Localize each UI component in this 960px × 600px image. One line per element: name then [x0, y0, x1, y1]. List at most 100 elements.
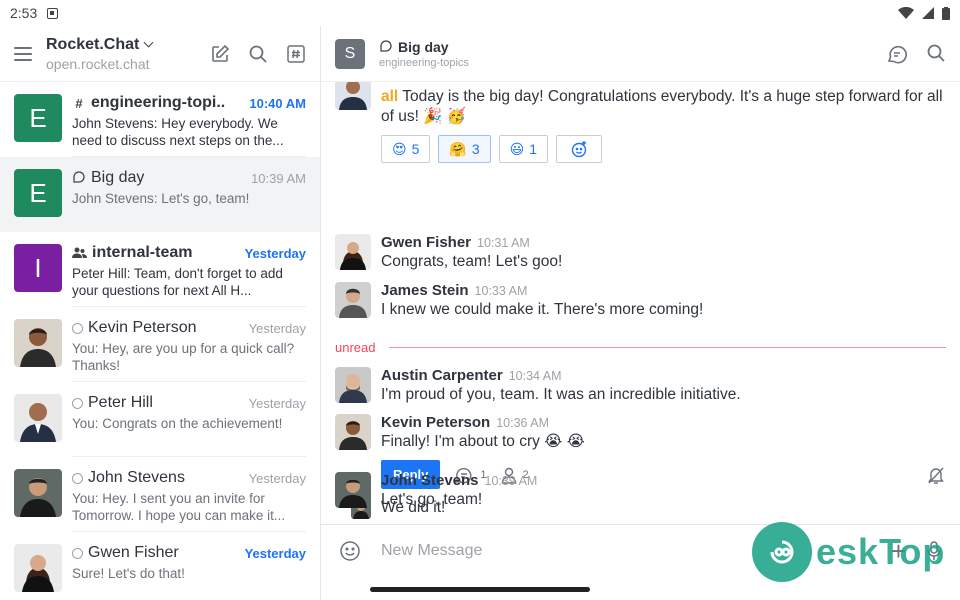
watermark: eskTop	[752, 522, 945, 582]
message: Gwen Fisher 10:31 AM Congrats, team! Let'…	[335, 234, 946, 272]
emoji-icon[interactable]	[339, 540, 361, 562]
unread-label: unread	[335, 340, 376, 355]
avatar	[335, 414, 371, 450]
room-name: Kevin Peterson	[88, 319, 197, 336]
room-subtitle: engineering-topics	[379, 56, 469, 69]
room-last-message: You: Hey. I sent you an invite for Tomor…	[72, 491, 286, 523]
room-header: S Big day engineering-topics	[321, 26, 960, 82]
room-time: 10:39 AM	[251, 170, 306, 186]
message-text: Today is the big day! Congratulations ev…	[381, 88, 943, 125]
room-time: Yesterday	[248, 395, 306, 411]
avatar	[14, 469, 62, 517]
room-avatar: E	[14, 94, 62, 142]
status-time: 2:53	[10, 5, 38, 21]
watermark-text: eskTop	[816, 531, 946, 572]
message-username[interactable]: Kevin Peterson	[381, 414, 490, 431]
room-avatar: E	[14, 169, 62, 217]
compose-icon[interactable]	[210, 44, 230, 64]
room-last-message: John Stevens: Hey everybody. We need to …	[72, 116, 284, 148]
chevron-down-icon	[143, 37, 154, 48]
room-item-engineering-topics[interactable]: E # engineering-topi.. 10:40 AM John Stev…	[0, 82, 320, 157]
workspace-switcher[interactable]: Rocket.Chat open.rocket.chat	[46, 36, 210, 72]
room-header-avatar[interactable]: S	[335, 38, 365, 69]
avatar	[335, 472, 371, 508]
room-name: Big day	[91, 169, 145, 186]
menu-icon[interactable]	[14, 46, 32, 61]
message-text: Let's go, team!	[381, 491, 483, 508]
status-bar: 2:53	[0, 0, 960, 26]
threads-icon[interactable]	[886, 43, 908, 65]
room-item-internal-team[interactable]: I internal-team Yesterday Peter Hill: Te…	[0, 232, 320, 307]
watermark-logo-icon	[752, 522, 812, 582]
message-username[interactable]: Gwen Fisher	[381, 234, 471, 251]
room-item-john-stevens[interactable]: John Stevens Yesterday You: Hey. I sent …	[0, 457, 320, 532]
status-offline-icon	[72, 322, 83, 334]
status-offline-icon	[72, 472, 83, 484]
room-view: S Big day engineering-topics all Today i…	[321, 26, 960, 600]
message-text: I knew we could make it. There's more co…	[381, 301, 704, 318]
room-list: E # engineering-topi.. 10:40 AM John Stev…	[0, 82, 320, 600]
home-indicator[interactable]	[370, 587, 590, 592]
directory-icon[interactable]	[286, 44, 306, 64]
message-username[interactable]: Austin Carpenter	[381, 367, 503, 384]
room-item-big-day[interactable]: E Big day 10:39 AM John Stevens: Let's g…	[0, 157, 320, 232]
room-name: John Stevens	[88, 469, 185, 486]
room-time: Yesterday	[248, 320, 306, 336]
room-item-gwen-fisher[interactable]: Gwen Fisher Yesterday Sure! Let's do tha…	[0, 532, 320, 600]
room-last-message: You: Congrats on the achievement!	[72, 416, 283, 431]
room-title: Big day	[398, 38, 449, 55]
sidebar: Rocket.Chat open.rocket.chat E # engineer…	[0, 26, 321, 600]
search-icon[interactable]	[248, 44, 268, 64]
add-reaction-button[interactable]	[556, 135, 603, 163]
notification-icon	[47, 7, 59, 19]
avatar	[335, 367, 371, 403]
wifi-icon	[898, 7, 914, 19]
discussion-icon	[73, 171, 85, 183]
message-list: all Today is the big day! Congratulation…	[321, 82, 960, 524]
reaction-smiley[interactable]: 😃 1	[498, 135, 549, 163]
avatar	[335, 234, 371, 270]
message-time: 10:36 AM	[496, 416, 550, 430]
room-name: Gwen Fisher	[88, 544, 179, 561]
room-item-peter-hill[interactable]: Peter Hill Yesterday You: Congrats on th…	[0, 382, 320, 457]
hash-icon: #	[75, 95, 83, 111]
reaction-hugging[interactable]: 🤗 3	[438, 135, 491, 163]
team-icon	[72, 247, 87, 258]
unread-divider: unread	[335, 340, 946, 355]
room-name: Peter Hill	[88, 394, 153, 411]
message-username[interactable]: John Stevens	[381, 472, 479, 489]
mention-all[interactable]: all	[381, 88, 398, 105]
search-icon[interactable]	[926, 43, 946, 63]
room-item-kevin-peterson[interactable]: Kevin Peterson Yesterday You: Hey, are y…	[0, 307, 320, 382]
message-time: 10:33 AM	[474, 284, 528, 298]
status-offline-icon	[72, 547, 83, 559]
message-text: Congrats, team! Let's goo!	[381, 253, 563, 270]
add-reaction-icon	[571, 141, 587, 158]
signal-icon	[922, 7, 934, 19]
message: John Stevens 10:39 AM Let's go, team!	[335, 472, 946, 510]
room-last-message: Peter Hill: Team, don't forget to add yo…	[72, 266, 283, 298]
battery-icon	[942, 6, 950, 20]
message-username[interactable]: James Stein	[381, 282, 469, 299]
room-avatar: I	[14, 244, 62, 292]
status-icons	[898, 6, 950, 20]
discussion-icon	[380, 39, 392, 52]
room-header-title[interactable]: Big day engineering-topics	[379, 39, 886, 69]
avatar	[14, 394, 62, 442]
room-name: engineering-topi..	[91, 94, 226, 111]
room-last-message: You: Hey, are you up for a quick call? T…	[72, 341, 295, 373]
avatar	[14, 319, 62, 367]
status-offline-icon	[72, 397, 83, 409]
message: Austin Carpenter 10:34 AM I'm proud of yo…	[335, 367, 946, 405]
avatar	[14, 544, 62, 592]
avatar	[335, 82, 371, 110]
reaction-heart-eyes[interactable]: 😍 5	[381, 135, 431, 163]
room-time: Yesterday	[248, 470, 306, 486]
room-last-message: Sure! Let's do that!	[72, 566, 185, 581]
reactions: 😍 5 🤗 3 😃 1	[381, 135, 946, 163]
workspace-host: open.rocket.chat	[46, 55, 150, 72]
room-last-message: John Stevens: Let's go, team!	[72, 191, 250, 206]
room-name: internal-team	[92, 244, 193, 261]
avatar	[335, 282, 371, 318]
message-time: 10:39 AM	[484, 474, 538, 488]
